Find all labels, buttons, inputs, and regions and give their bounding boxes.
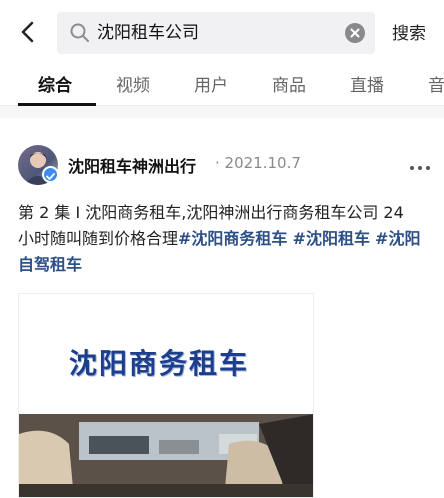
tab-comprehensive[interactable]: 综合: [38, 71, 72, 96]
chevron-left-icon: [21, 21, 34, 43]
tab-users[interactable]: 用户: [194, 71, 228, 96]
tab-products[interactable]: 商品: [272, 71, 306, 96]
verified-badge: [42, 166, 59, 183]
tab-video[interactable]: 视频: [116, 71, 150, 96]
post-text[interactable]: 第 2 集 I 沈阳商务租车,沈阳神洲出行商务租车公司 24 小时随叫随到价格合…: [18, 200, 422, 278]
post-date: · 2021.10.7: [215, 154, 301, 172]
author-name[interactable]: 沈阳租车神洲出行: [68, 153, 196, 177]
verified-badge-icon: [46, 173, 55, 180]
banner-title: 沈阳商务租车: [69, 347, 250, 380]
post-media[interactable]: 沈阳商务租车: [18, 293, 314, 498]
more-button[interactable]: [408, 158, 432, 170]
category-tabs: 综合 视频 用户 商品 直播 音: [0, 62, 444, 106]
search-box[interactable]: [57, 12, 375, 54]
search-header: 搜索: [0, 0, 444, 62]
tab-live[interactable]: 直播: [350, 71, 384, 96]
search-input[interactable]: [97, 12, 337, 54]
tab-music[interactable]: 音: [428, 71, 444, 96]
car-interior-photo: [19, 414, 313, 497]
clear-icon: [350, 28, 360, 38]
media-banner: 沈阳商务租车: [19, 294, 313, 414]
more-icon: [410, 166, 430, 170]
search-button[interactable]: 搜索: [392, 19, 426, 44]
clear-search-button[interactable]: [345, 23, 365, 43]
section-divider: [0, 106, 444, 118]
hashtag[interactable]: #沈阳商务租车: [178, 229, 287, 248]
back-button[interactable]: [14, 18, 42, 46]
search-icon: [70, 23, 89, 42]
hashtag[interactable]: #沈阳租车: [293, 229, 370, 248]
